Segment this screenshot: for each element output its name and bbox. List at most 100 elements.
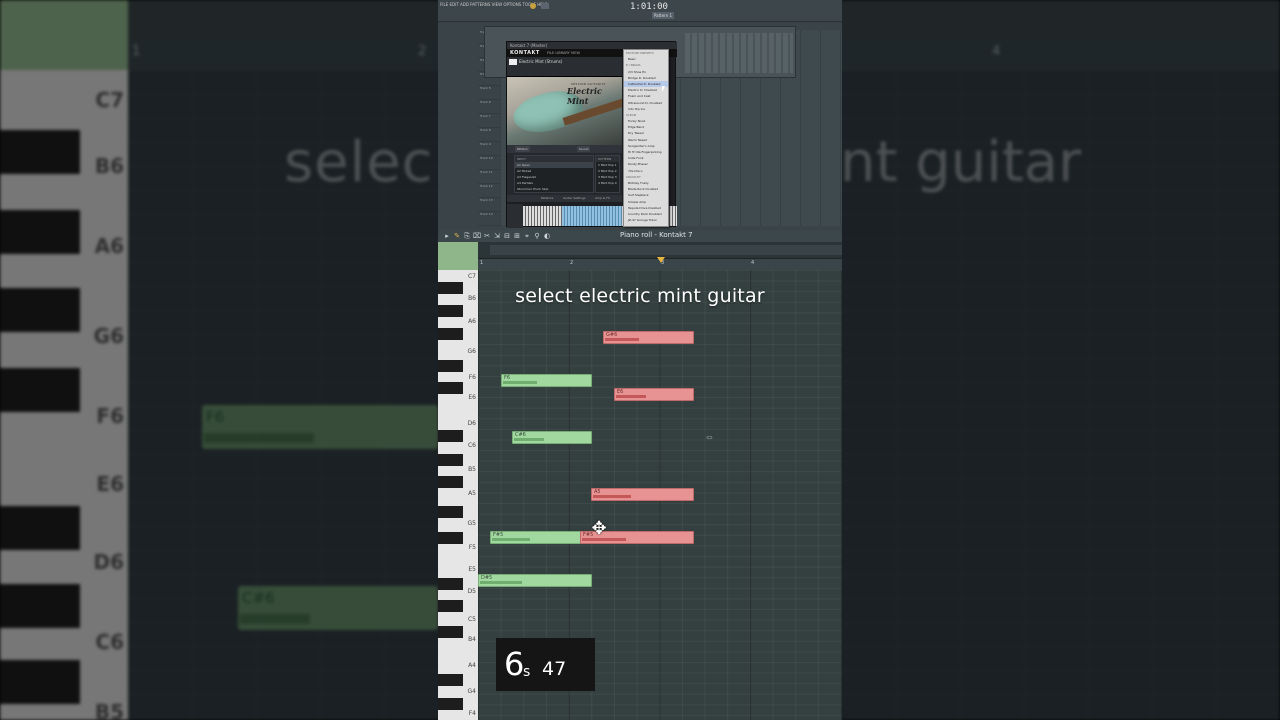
- key-label: C6: [467, 442, 476, 449]
- black-key[interactable]: [438, 506, 463, 518]
- black-key[interactable]: [438, 382, 463, 394]
- play-icon[interactable]: [541, 3, 549, 9]
- menu-item[interactable]: Ultrasound D. Doubled: [624, 100, 668, 106]
- tab-amp-fx[interactable]: Amp & FX: [595, 196, 610, 200]
- tutorial-caption: select electric mint guitar: [515, 285, 765, 307]
- kontakt-titlebar[interactable]: Kontakt 7 (Master): [507, 42, 677, 49]
- key-label: A5: [468, 490, 476, 497]
- tab-pattern[interactable]: Pattern: [515, 146, 530, 152]
- note-velocity-bar: [480, 581, 522, 584]
- delete-icon[interactable]: ⌧: [473, 232, 481, 240]
- pattern-tables: INPUT A1 Open A2 Muted A3 Flageolet A4 P…: [507, 153, 622, 195]
- keyswitch-range: [562, 206, 622, 226]
- black-key[interactable]: [438, 430, 463, 442]
- playlist-track-label[interactable]: Track 8: [478, 128, 500, 142]
- key-label: F4: [468, 710, 476, 717]
- fl-studio-window: FILE EDIT ADD PATTERNS VIEW OPTIONS TOOL…: [438, 0, 842, 720]
- black-key[interactable]: [438, 454, 463, 466]
- black-key[interactable]: [438, 578, 463, 590]
- key-label: A4: [468, 662, 476, 669]
- table-row[interactable]: 4 Mint Pop 4: [596, 180, 619, 186]
- note-velocity-bar: [605, 338, 639, 341]
- key-label: E5: [468, 566, 476, 573]
- key-label: F5: [468, 544, 476, 551]
- note-velocity-bar: [503, 381, 537, 384]
- kontakt-bottom-tabs: Patterns Guitar Settings Amp & FX: [507, 195, 622, 202]
- key-label: B5: [468, 466, 476, 473]
- playlist-track-label[interactable]: Track 6: [478, 100, 500, 114]
- preset-dropdown-menu: FACTORY PRESETS Basic E / BRAVA 2/3 Shoe Ex…: [623, 49, 669, 227]
- black-key[interactable]: [438, 532, 463, 544]
- timer-unit: s: [523, 664, 531, 680]
- playhead-marker[interactable]: [657, 257, 665, 263]
- keyboard-wheels[interactable]: [507, 204, 523, 228]
- select-icon[interactable]: ⊟: [503, 232, 511, 240]
- playlist-track-label[interactable]: Track 11: [478, 170, 500, 184]
- black-key[interactable]: [438, 600, 463, 612]
- song-position: 1:01:00: [630, 2, 668, 12]
- key-label: G6: [467, 348, 476, 355]
- midi-note[interactable]: C#6: [512, 431, 592, 444]
- move-cursor-icon: ✥: [591, 518, 607, 539]
- playlist-track-label[interactable]: Track 13: [478, 198, 500, 212]
- playlist-track-label[interactable]: Track 7: [478, 114, 500, 128]
- kontakt-menus[interactable]: FILE LIBRARY VIEW: [547, 51, 580, 55]
- magnet-icon[interactable]: ⚲: [533, 232, 541, 240]
- step-sequencer[interactable]: [685, 33, 793, 73]
- cut-icon[interactable]: ✂: [483, 232, 491, 240]
- timer-seconds: 6: [504, 645, 525, 683]
- zoom-icon[interactable]: ⊞: [513, 232, 521, 240]
- midi-note[interactable]: G#6: [603, 331, 694, 344]
- piano-keyboard[interactable]: C7B6A6G6F6E6D6C6B5A5G5F5E5D5C5B4A4G4F4E4: [438, 270, 478, 720]
- table-row[interactable]: 1 Mint Pop 1: [596, 162, 619, 168]
- midi-note[interactable]: D#5: [478, 574, 592, 587]
- pencil-icon[interactable]: ✎: [453, 232, 461, 240]
- playlist-track-label[interactable]: Track 9: [478, 142, 500, 156]
- black-key[interactable]: [438, 476, 463, 488]
- menu-item[interactable]: JZ-47 Grunge Traxx: [624, 217, 668, 223]
- black-key[interactable]: [438, 698, 463, 710]
- playlist-track-label[interactable]: Track 12: [478, 184, 500, 198]
- playback-icon[interactable]: ⌖: [523, 232, 531, 240]
- black-key[interactable]: [438, 674, 463, 686]
- pattern-table: PATTERN 1 Mint Pop 1 2 Mint Pop 2 3 Mint…: [595, 155, 620, 193]
- key-label: D6: [467, 420, 476, 427]
- note-velocity-bar: [492, 538, 530, 541]
- pattern-selector[interactable]: Pattern 1: [652, 12, 674, 19]
- input-table: INPUT A1 Open A2 Muted A3 Flageolet A4 P…: [514, 155, 594, 193]
- table-row[interactable]: 3 Mint Pop 3: [596, 174, 619, 180]
- fl-toolbar: FILE EDIT ADD PATTERNS VIEW OPTIONS TOOL…: [438, 0, 842, 22]
- timer-fraction: 47: [542, 658, 567, 680]
- playlist-track-label[interactable]: Track 14: [478, 212, 500, 226]
- midi-note[interactable]: F6: [501, 374, 592, 387]
- countdown-timer: 6 s 47: [496, 638, 595, 691]
- playlist-track-label[interactable]: Track 10: [478, 156, 500, 170]
- piano-roll-title[interactable]: Piano roll - Kontakt 7: [620, 231, 693, 239]
- tab-guitar-settings[interactable]: Guitar Settings: [563, 196, 586, 200]
- paint-icon[interactable]: ⎘: [463, 232, 471, 240]
- mouse-cursor-icon: [662, 86, 665, 92]
- video-frame: 1 2 4 C7 B6 A6 G6 F6 E6 D6 C6 B5 F6 C#6 …: [0, 0, 1280, 720]
- key-label: C7: [467, 273, 476, 280]
- tab-patterns[interactable]: Patterns: [541, 196, 553, 200]
- instrument-name[interactable]: Electric Mint (Strums): [519, 59, 562, 64]
- note-velocity-bar: [593, 495, 631, 498]
- note-velocity-bar: [616, 395, 646, 398]
- record-icon[interactable]: [530, 3, 536, 9]
- instrument-icon: [509, 59, 517, 65]
- playlist-track-label[interactable]: Track 5: [478, 86, 500, 100]
- overview-scrollbar[interactable]: [490, 245, 842, 255]
- midi-note[interactable]: F#5: [490, 531, 592, 544]
- arrow-icon[interactable]: ▸: [443, 232, 451, 240]
- table-row[interactable]: Strummer Pluck Skip: [515, 186, 593, 192]
- chop-icon[interactable]: ◐: [543, 232, 551, 240]
- black-key[interactable]: [438, 328, 463, 340]
- midi-note[interactable]: A5: [591, 488, 694, 501]
- black-key[interactable]: [438, 360, 463, 372]
- midi-note[interactable]: E6: [614, 388, 694, 401]
- tab-sound[interactable]: Sound: [577, 146, 591, 152]
- black-key[interactable]: [438, 626, 463, 638]
- piano-roll-tools: ▸ ✎ ⎘ ⌧ ✂ ⇲ ⊟ ⊞ ⌖ ⚲ ◐: [443, 232, 551, 240]
- slide-icon[interactable]: ⇲: [493, 232, 501, 240]
- table-row[interactable]: 2 Mint Pop 2: [596, 168, 619, 174]
